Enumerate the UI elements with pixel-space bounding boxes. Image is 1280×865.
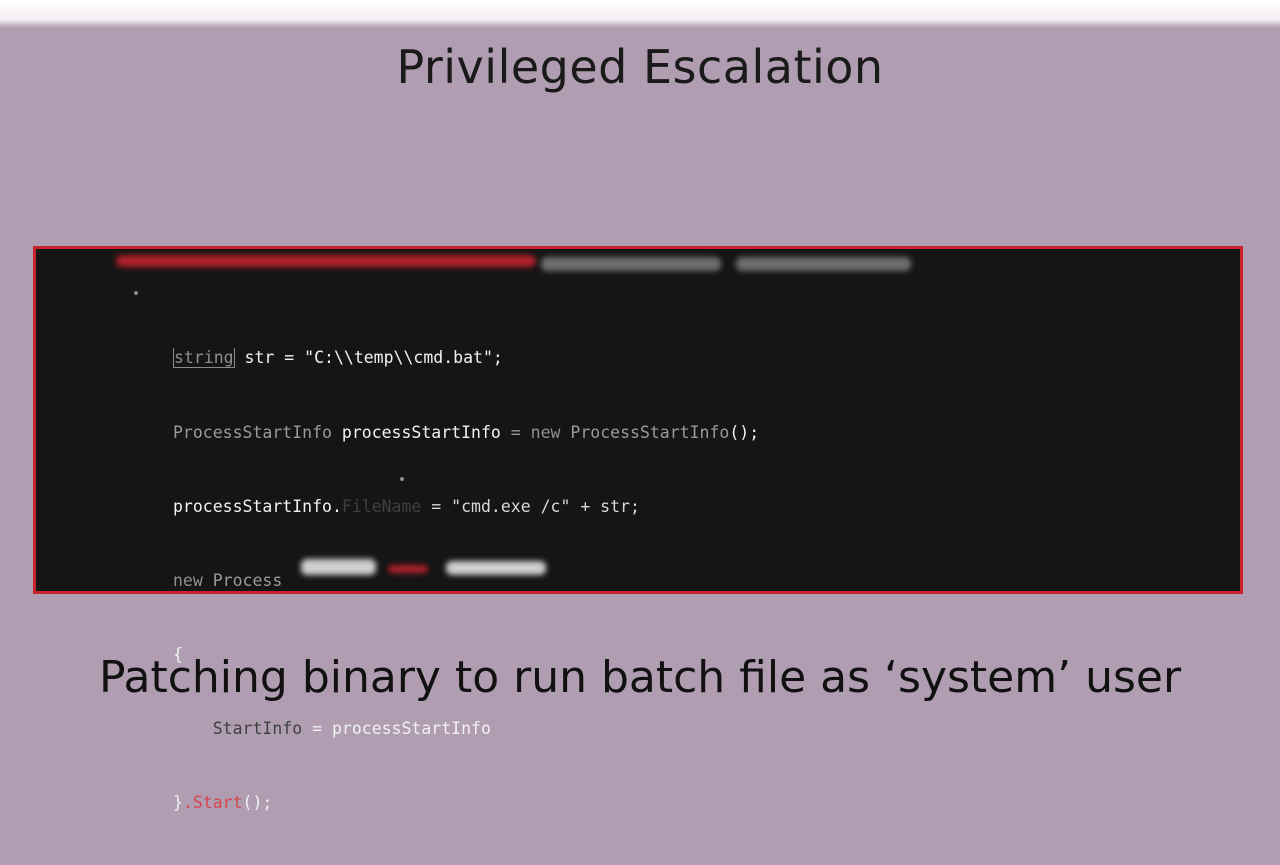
code-token-ctor: ProcessStartInfo xyxy=(560,422,730,442)
code-token-rest: = processStartInfo xyxy=(302,718,491,738)
code-line: string str = "C:\\temp\\cmd.bat"; xyxy=(173,346,759,371)
code-token-keyword: new xyxy=(173,570,203,590)
code-token-type: ProcessStartInfo xyxy=(173,422,332,442)
slide-top-strip xyxy=(0,0,1280,28)
code-token-property: FileName xyxy=(341,496,422,516)
code-line: }.Start(); xyxy=(173,791,759,816)
code-token-property: StartInfo xyxy=(212,718,303,738)
code-line: new Process xyxy=(173,569,759,594)
redaction-smear xyxy=(116,255,536,267)
code-line: StartInfo = processStartInfo xyxy=(173,717,759,742)
code-block: string str = "C:\\temp\\cmd.bat"; Proces… xyxy=(173,297,759,865)
code-token-indent xyxy=(173,719,213,738)
code-token-end: (); xyxy=(729,422,760,442)
slide-subtitle: Patching binary to run batch file as ‘sy… xyxy=(98,652,1182,703)
redaction-smear xyxy=(541,257,721,271)
code-token-end: (); xyxy=(242,792,273,812)
code-token-keyword: new xyxy=(530,422,561,442)
code-token-op: = xyxy=(500,422,531,442)
code-token-type: string xyxy=(173,348,235,369)
artifact-dot xyxy=(134,291,138,295)
code-token-rest: = "cmd.exe /c" + str; xyxy=(421,496,640,516)
redaction-smear xyxy=(736,257,911,271)
code-token-rest: str = "C:\\temp\\cmd.bat"; xyxy=(234,348,503,368)
code-token-var: processStartInfo xyxy=(331,422,501,442)
code-token-object: processStartInfo. xyxy=(173,496,342,516)
code-token-type: Process xyxy=(202,570,283,590)
code-line: ProcessStartInfo processStartInfo = new … xyxy=(173,421,759,446)
code-token-brace: } xyxy=(173,792,183,812)
code-screenshot-panel: string str = "C:\\temp\\cmd.bat"; Proces… xyxy=(33,246,1243,812)
code-line: processStartInfo.FileName = "cmd.exe /c"… xyxy=(173,495,759,520)
code-token-call: .Start xyxy=(182,792,243,812)
slide-title: Privileged Escalation xyxy=(396,40,884,94)
